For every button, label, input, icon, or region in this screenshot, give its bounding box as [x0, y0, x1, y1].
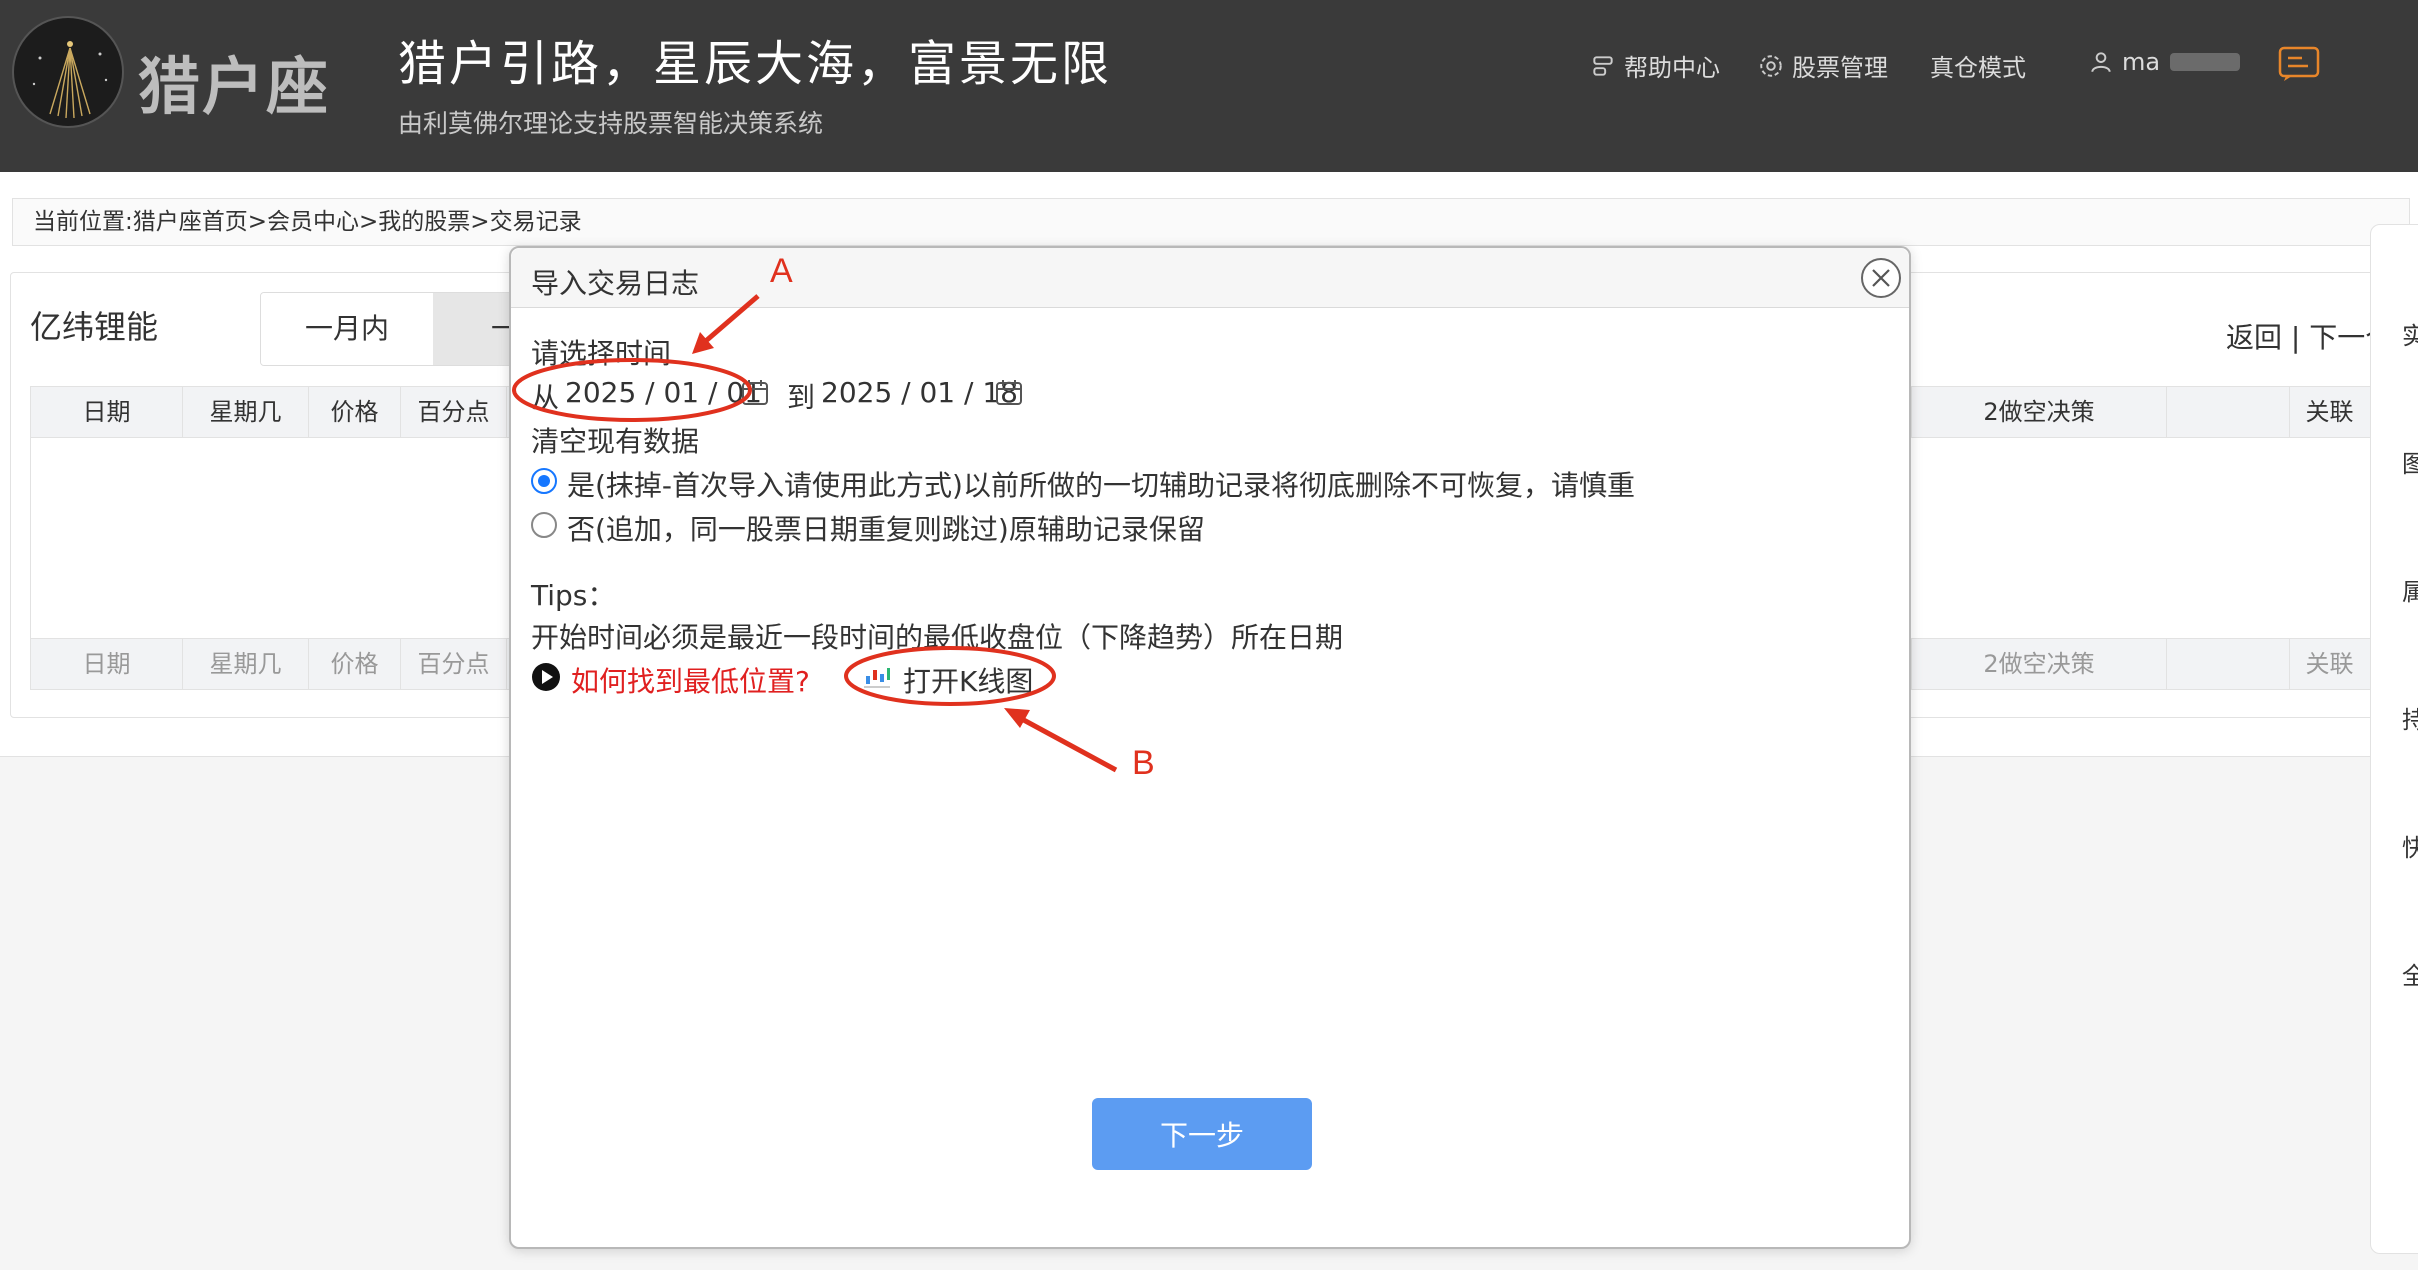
- radio-clear-yes[interactable]: [531, 468, 557, 494]
- side-panel: [2370, 224, 2418, 1254]
- side-item[interactable]: 持: [2402, 700, 2418, 735]
- close-icon: [1872, 269, 1890, 287]
- to-label: 到: [787, 381, 816, 414]
- col-weekday: 星期几: [183, 387, 309, 437]
- from-date-input[interactable]: 2025 / 01 / 01: [565, 376, 762, 409]
- option-no-label: 否(追加，同一股票日期重复则跳过)原辅助记录保留: [567, 513, 1205, 546]
- radio-clear-no[interactable]: [531, 512, 557, 538]
- nav-user-label: ma: [2122, 48, 2161, 76]
- site-subtitle: 由利莫佛尔理论支持股票智能决策系统: [398, 109, 824, 138]
- option-yes-label: 是(抹掉-首次导入请使用此方式)以前所做的一切辅助记录将彻底删除不可恢复，请慎重: [567, 469, 1635, 502]
- calendar-icon[interactable]: [741, 378, 769, 406]
- select-time-label: 请选择时间: [531, 337, 672, 370]
- col-date: 日期: [31, 639, 183, 689]
- side-item[interactable]: 图: [2402, 444, 2418, 479]
- col-related: 关联: [2289, 387, 2369, 437]
- nav-user[interactable]: ma: [2088, 48, 2241, 76]
- user-name-blur: [2170, 53, 2241, 71]
- open-kline-link[interactable]: 打开K线图: [903, 660, 1033, 700]
- col-price: 价格: [309, 639, 401, 689]
- logo-star-graphic: [32, 41, 108, 119]
- user-icon: [2091, 52, 2111, 73]
- tips-text: 开始时间必须是最近一段时间的最低收盘位（下降趋势）所在日期: [531, 621, 1344, 654]
- annotation-label-b: B: [1132, 744, 1155, 782]
- col-weekday: 星期几: [183, 639, 309, 689]
- col-short-decision: 2做空决策: [1911, 639, 2167, 689]
- gear-icon: [1760, 54, 1782, 77]
- calendar-icon[interactable]: [995, 378, 1023, 406]
- how-to-find-low-link[interactable]: 如何找到最低位置?: [571, 660, 810, 700]
- dialog-header: 导入交易日志: [511, 248, 1909, 308]
- logo-icon[interactable]: [12, 16, 124, 128]
- next-step-button[interactable]: 下一步: [1092, 1098, 1312, 1170]
- tab-one-month[interactable]: 一月内: [261, 293, 433, 365]
- side-item[interactable]: 实: [2402, 316, 2418, 351]
- from-label: 从: [531, 381, 560, 414]
- top-header: 猎户座 猎户引路，星辰大海，富景无限 由利莫佛尔理论支持股票智能决策系统 帮助中…: [0, 0, 2418, 172]
- site-slogan: 猎户引路，星辰大海，富景无限: [398, 36, 1113, 92]
- stock-name: 亿纬锂能: [30, 308, 159, 346]
- nav-stock-manage-label: 股票管理: [1792, 54, 1888, 82]
- kline-chart-icon[interactable]: [863, 664, 891, 688]
- nav-real-mode[interactable]: 真仓模式: [1930, 48, 2026, 83]
- col-related: 关联: [2289, 639, 2369, 689]
- col-percent: 百分点: [401, 387, 507, 437]
- logo-text: 猎户座: [138, 50, 331, 123]
- dialog-title: 导入交易日志: [531, 267, 700, 300]
- to-date-input[interactable]: 2025 / 01 / 18: [821, 376, 1018, 409]
- nav-stock-manage[interactable]: 股票管理: [1758, 48, 1888, 83]
- side-item[interactable]: 属: [2402, 572, 2418, 607]
- nav-real-mode-label: 真仓模式: [1930, 54, 2026, 82]
- import-trade-log-dialog: 导入交易日志 请选择时间 从 2025 / 01 / 01 到 2025 / 0…: [509, 246, 1911, 1249]
- tips-label: Tips：: [531, 579, 616, 612]
- help-center-icon: [1593, 55, 1613, 76]
- close-button[interactable]: [1861, 258, 1901, 298]
- col-short-decision: 2做空决策: [1911, 387, 2167, 437]
- nav-help[interactable]: 帮助中心: [1590, 48, 1720, 83]
- breadcrumb: 当前位置:猎户座首页>会员中心>我的股票>交易记录: [12, 198, 2410, 246]
- col-date: 日期: [31, 387, 183, 437]
- back-next-links[interactable]: 返回 | 下一个: [2226, 316, 2393, 356]
- message-icon[interactable]: [2278, 46, 2320, 82]
- col-price: 价格: [309, 387, 401, 437]
- play-icon[interactable]: [531, 662, 561, 692]
- clear-data-label: 清空现有数据: [531, 425, 700, 458]
- side-item[interactable]: 快: [2402, 828, 2418, 863]
- nav-help-label: 帮助中心: [1624, 54, 1720, 82]
- col-percent: 百分点: [401, 639, 507, 689]
- annotation-label-a: A: [770, 252, 793, 290]
- side-item[interactable]: 全: [2402, 956, 2418, 991]
